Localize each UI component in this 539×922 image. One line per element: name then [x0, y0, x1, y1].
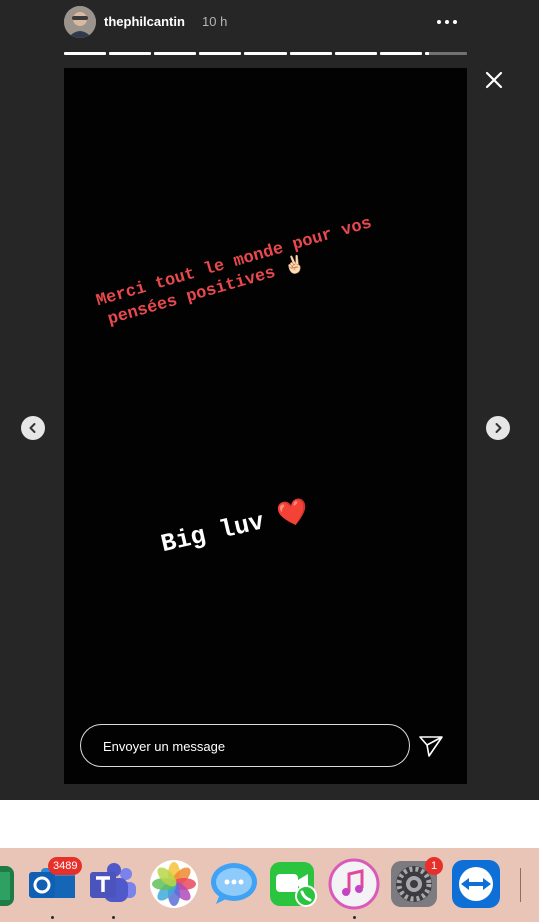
itunes-app-icon[interactable]	[328, 858, 380, 910]
more-options-icon[interactable]	[432, 12, 462, 32]
dock-divider	[520, 868, 521, 902]
reply-field[interactable]	[80, 724, 410, 768]
progress-segment	[379, 52, 422, 55]
message-input[interactable]	[101, 725, 395, 768]
username[interactable]: thephilcantin	[104, 14, 185, 29]
running-indicator	[353, 916, 356, 919]
excel-app-icon[interactable]	[0, 862, 22, 914]
send-icon[interactable]	[418, 733, 444, 759]
progress-segment-current	[424, 52, 467, 55]
progress-segment	[244, 52, 287, 55]
running-indicator	[51, 916, 54, 919]
progress-segment	[154, 52, 197, 55]
photos-app-icon[interactable]	[148, 858, 200, 910]
progress-segment	[289, 52, 332, 55]
story-content[interactable]	[64, 68, 467, 784]
story-time: 10 h	[202, 14, 228, 29]
outlook-badge: 3489	[48, 857, 83, 875]
close-icon[interactable]	[480, 66, 508, 94]
chevron-left-icon[interactable]	[21, 416, 45, 440]
messages-app-icon[interactable]	[208, 858, 260, 910]
progress-segment	[109, 52, 152, 55]
chevron-right-icon[interactable]	[486, 416, 510, 440]
facetime-app-icon[interactable]	[268, 858, 320, 910]
running-indicator	[112, 916, 115, 919]
progress-segment	[64, 52, 107, 55]
teamviewer-app-icon[interactable]	[450, 858, 502, 910]
settings-badge: 1	[425, 857, 443, 875]
teams-app-icon[interactable]	[88, 858, 140, 910]
progress-segment	[334, 52, 377, 55]
story-progress-bar	[64, 52, 467, 55]
user-avatar[interactable]	[64, 6, 96, 38]
progress-segment	[199, 52, 242, 55]
